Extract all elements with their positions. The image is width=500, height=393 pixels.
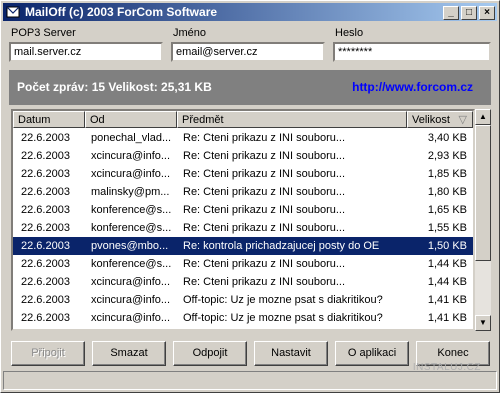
settings-button[interactable]: Nastavit (254, 341, 328, 366)
from-cell: xcincura@info... (91, 150, 171, 162)
table-row[interactable]: 22.6.2003 konference@s... Re: Cteni prikaz… (13, 255, 473, 273)
size-cell: 1,80 KB (427, 186, 467, 198)
subject-cell: Re: Cteni prikazu z INI souboru... (183, 168, 346, 180)
maximize-button[interactable]: □ (461, 6, 477, 20)
subject-cell: Re: Cteni prikazu z INI souboru... (183, 186, 346, 198)
window-title: MailOff (c) 2003 ForCom Software (25, 5, 218, 19)
server-label: POP3 Server (11, 27, 76, 39)
table-row[interactable]: 22.6.2003 pvones@mbo... Re: Cteni prikazu … (13, 327, 473, 331)
close-button[interactable]: × (479, 6, 495, 20)
from-cell: konference@s... (91, 222, 172, 234)
date-cell: 22.6.2003 (21, 150, 70, 162)
about-button[interactable]: O aplikaci (335, 341, 409, 366)
connect-button[interactable]: Připojit (11, 341, 85, 366)
main-window: MailOff (c) 2003 ForCom Software _ □ × P… (0, 0, 500, 393)
date-cell: 22.6.2003 (21, 132, 70, 144)
column-header-from[interactable]: Od (85, 111, 177, 128)
date-cell: 22.6.2003 (21, 186, 70, 198)
subject-cell: Re: kontrola prichadzajucej posty do OE (183, 240, 380, 252)
size-cell: 3,40 KB (427, 132, 467, 144)
subject-cell: Re: Cteni prikazu z INI souboru... (183, 150, 346, 162)
from-cell: konference@s... (91, 204, 172, 216)
date-cell: 22.6.2003 (21, 204, 70, 216)
size-cell: 1,41 KB (427, 294, 467, 306)
table-row[interactable]: 22.6.2003 konference@s... Re: Cteni prikaz… (13, 201, 473, 219)
from-cell: xcincura@info... (91, 276, 171, 288)
date-cell: 22.6.2003 (21, 276, 70, 288)
date-cell: 22.6.2003 (21, 258, 70, 270)
watermark: INSTALUJ.CZ (412, 362, 481, 373)
subject-cell: Off-topic: Uz je mozne psat s diakritiko… (183, 312, 383, 324)
column-header-date[interactable]: Datum (13, 111, 85, 128)
password-label: Heslo (335, 27, 364, 39)
from-cell: xcincura@info... (91, 168, 171, 180)
from-cell: ponechal_vlad... (91, 132, 172, 144)
status-bar (3, 371, 497, 390)
message-list[interactable]: Datum Od Předmět Velikost ▽ 22.6.2003 pone… (11, 109, 475, 331)
subject-cell: Re: Cteni prikazu z INI souboru... (183, 276, 346, 288)
from-cell: konference@s... (91, 258, 172, 270)
table-row[interactable]: 22.6.2003 xcincura@info... Re: Cteni prika… (13, 273, 473, 291)
list-header: Datum Od Předmět Velikost ▽ (13, 111, 473, 128)
size-cell: 1,44 KB (427, 258, 467, 270)
column-header-size[interactable]: Velikost ▽ (407, 111, 473, 128)
size-cell: 1,50 KB (427, 240, 467, 252)
date-cell: 22.6.2003 (21, 312, 70, 324)
date-cell: 22.6.2003 (21, 240, 70, 252)
name-label: Jméno (173, 27, 207, 39)
scroll-down-arrow-icon[interactable]: ▼ (475, 315, 491, 331)
from-cell: xcincura@info... (91, 312, 171, 324)
website-link[interactable]: http://www.forcom.cz (352, 80, 473, 94)
table-row[interactable]: 22.6.2003 ponechal_vlad... Re: Cteni prika… (13, 129, 473, 147)
server-field[interactable]: mail.server.cz (9, 42, 163, 62)
scroll-up-arrow-icon[interactable]: ▲ (475, 109, 491, 125)
message-count: Počet zpráv: 15 Velikost: 25,31 KB (17, 80, 212, 94)
date-cell: 22.6.2003 (21, 294, 70, 306)
subject-cell: Re: Cteni prikazu z INI souboru... (183, 132, 346, 144)
from-cell: malinsky@pm... (91, 186, 170, 198)
app-icon (6, 6, 20, 18)
name-field[interactable]: email@server.cz (171, 42, 325, 62)
size-cell: 1,44 KB (427, 276, 467, 288)
table-row[interactable]: 22.6.2003 xcincura@info... Re: Cteni prika… (13, 165, 473, 183)
subject-cell: Re: Cteni prikazu z INI souboru... (183, 204, 346, 216)
delete-button[interactable]: Smazat (92, 341, 166, 366)
disconnect-button[interactable]: Odpojit (173, 341, 247, 366)
subject-cell: Re: Cteni prikazu z INI souboru... (183, 258, 346, 270)
date-cell: 22.6.2003 (21, 168, 70, 180)
vertical-scrollbar[interactable]: ▲ ▼ (475, 109, 491, 331)
from-cell: xcincura@info... (91, 294, 171, 306)
title-bar: MailOff (c) 2003 ForCom Software _ □ × (3, 3, 497, 21)
minimize-button[interactable]: _ (443, 6, 459, 20)
from-cell: pvones@mbo... (91, 240, 169, 252)
table-row[interactable]: 22.6.2003 xcincura@info... Off-topic: Uz j… (13, 309, 473, 327)
sort-arrow-icon: ▽ (458, 114, 467, 126)
table-row[interactable]: 22.6.2003 malinsky@pm... Re: Cteni prikazu… (13, 183, 473, 201)
info-bar: Počet zpráv: 15 Velikost: 25,31 KB http:… (9, 70, 491, 105)
subject-cell: Off-topic: Uz je mozne psat s diakritiko… (183, 294, 383, 306)
from-cell: pvones@mbo... (91, 330, 175, 331)
column-header-size-label: Velikost (412, 114, 450, 126)
size-cell: 1,55 KB (427, 222, 467, 234)
scroll-thumb[interactable] (475, 125, 491, 261)
size-cell: 2,93 KB (427, 150, 467, 162)
table-row[interactable]: 22.6.2003 pvones@mbo... Re: kontrola prich… (13, 237, 473, 255)
subject-cell: Re: Cteni prikazu z INI souboru... (183, 330, 403, 331)
size-cell: 1,41 KB (427, 312, 467, 324)
table-row[interactable]: 22.6.2003 xcincura@info... Re: Cteni prika… (13, 147, 473, 165)
date-cell: 22.6.2003 (21, 330, 83, 331)
subject-cell: Re: Cteni prikazu z INI souboru... (183, 222, 346, 234)
table-row[interactable]: 22.6.2003 konference@s... Re: Cteni prikaz… (13, 219, 473, 237)
size-cell: 1,32 KB (407, 330, 467, 331)
table-row[interactable]: 22.6.2003 xcincura@info... Off-topic: Uz j… (13, 291, 473, 309)
column-header-subject[interactable]: Předmět (177, 111, 407, 128)
size-cell: 1,65 KB (427, 204, 467, 216)
size-cell: 1,85 KB (427, 168, 467, 180)
date-cell: 22.6.2003 (21, 222, 70, 234)
password-field[interactable]: ******** (333, 42, 491, 62)
